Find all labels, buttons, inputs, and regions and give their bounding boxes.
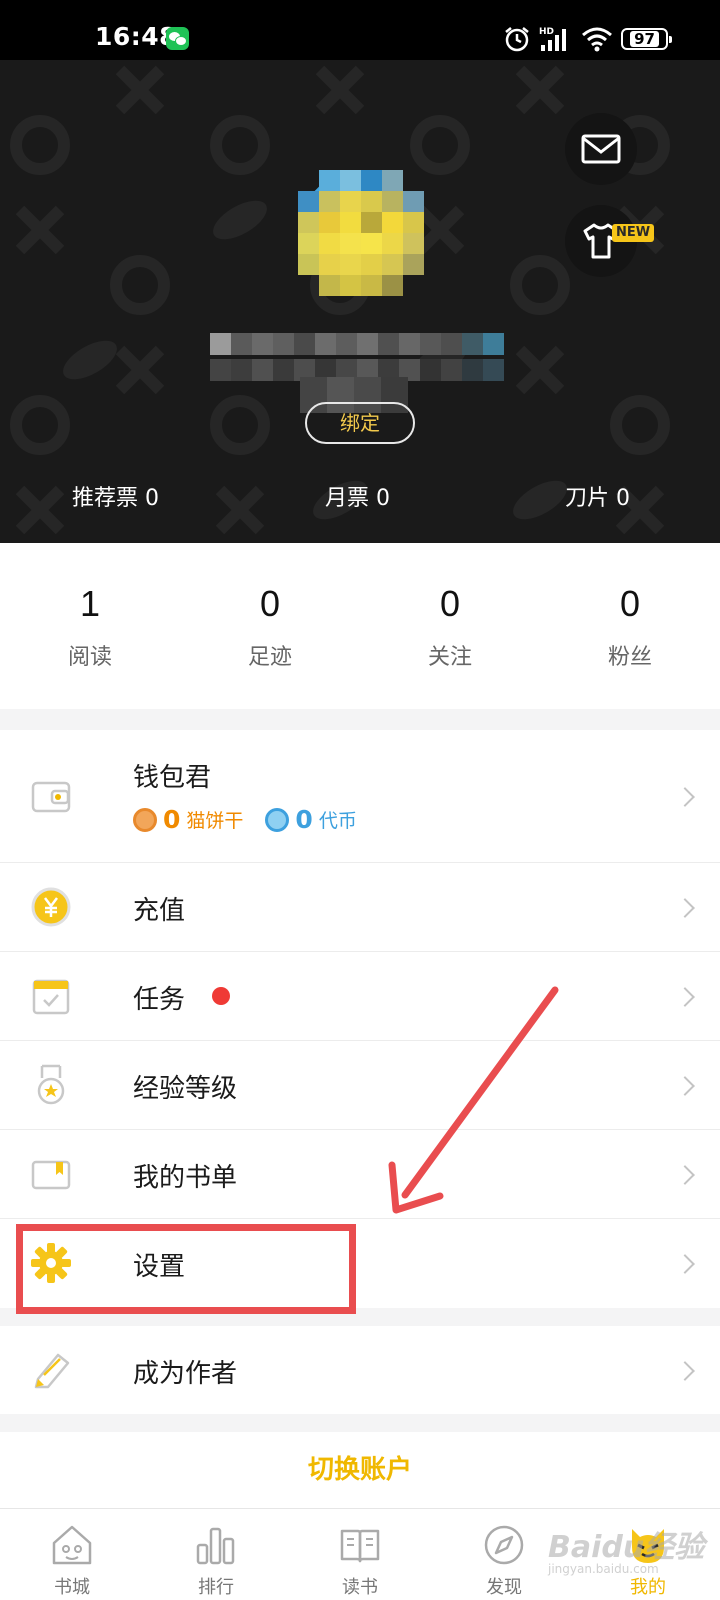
blade-ticket[interactable]: 刀片 0 (565, 480, 630, 512)
stat-fans[interactable]: 0 粉丝 (540, 583, 720, 671)
menu-recharge[interactable]: 充值 (0, 863, 720, 952)
tab-bookstore[interactable]: 书城 (0, 1509, 144, 1600)
chevron-right-icon (675, 1361, 695, 1381)
tab-ranking-label: 排行 (198, 1577, 234, 1598)
stat-following-value: 0 (439, 583, 461, 624)
task-notification-dot (212, 987, 230, 1005)
stat-footprints-label: 足迹 (247, 645, 292, 670)
menu-become-author[interactable]: 成为作者 (0, 1326, 720, 1414)
tab-bookstore-label: 书城 (54, 1577, 90, 1598)
battery-level: 97 (630, 31, 659, 47)
blade-ticket-label: 刀片 (565, 486, 610, 511)
booklist-icon (31, 1160, 71, 1190)
menu-booklist-label: 我的书单 (133, 1163, 238, 1193)
menu-tasks[interactable]: 任务 (0, 952, 720, 1041)
wechat-notification-icon (166, 27, 189, 50)
recommend-ticket-label: 推荐票 (72, 486, 139, 511)
status-time: 16:48 (95, 22, 178, 51)
calendar-check-icon (32, 979, 70, 1015)
wifi-icon (582, 27, 612, 52)
envelope-icon (581, 134, 621, 164)
stat-fans-label: 粉丝 (607, 645, 652, 670)
home-icon (52, 1525, 92, 1565)
menu-recharge-label: 充值 (133, 896, 186, 926)
menu-my-booklist[interactable]: 我的书单 (0, 1130, 720, 1219)
tab-discover-label: 发现 (486, 1577, 522, 1598)
messages-button[interactable] (565, 113, 637, 185)
username-redacted (210, 333, 512, 381)
tab-reading[interactable]: 读书 (288, 1509, 432, 1600)
tab-mine-label: 我的 (630, 1577, 666, 1598)
alarm-icon (505, 27, 529, 52)
menu-level-label: 经验等级 (133, 1074, 238, 1104)
cellular-signal-icon: HD (539, 27, 566, 51)
avatar[interactable] (279, 151, 445, 317)
pen-icon (34, 1353, 70, 1389)
cat-cookie-icon (133, 807, 157, 832)
settings-highlight-box (16, 1224, 356, 1314)
watermark-brand: Baidu经验 (548, 1530, 705, 1565)
menu-wallet-label: 钱包君 (133, 763, 212, 793)
new-badge: NEW (612, 224, 655, 242)
blade-ticket-value: 0 (616, 486, 631, 511)
status-icons: HD 97 (503, 24, 672, 54)
baidu-watermark: Baidu经验 jingyan.baidu.com (548, 1522, 704, 1576)
tab-ranking[interactable]: 排行 (144, 1509, 288, 1600)
menu-tasks-label: 任务 (133, 985, 186, 1015)
monthly-ticket[interactable]: 月票 0 (325, 480, 390, 512)
menu-experience-level[interactable]: 经验等级 (0, 1041, 720, 1130)
cookie-balance: 0 (163, 805, 181, 834)
chevron-right-icon (675, 787, 695, 807)
tab-reading-label: 读书 (342, 1577, 378, 1598)
chevron-right-icon (675, 987, 695, 1007)
stat-following-label: 关注 (427, 645, 472, 670)
yuan-coin-icon (31, 887, 71, 927)
bind-account-button[interactable]: 绑定 (305, 402, 415, 444)
wallet-balances: 0 猫饼干 0 代币 (133, 805, 357, 834)
cookie-label: 猫饼干 (186, 810, 244, 832)
stat-reading-value: 1 (79, 583, 101, 624)
author-section: 成为作者 (0, 1326, 720, 1414)
menu-list: 钱包君 0 猫饼干 0 代币 充值 任务 经验等级 我的书单 设置 (0, 730, 720, 1308)
compass-icon (484, 1525, 524, 1565)
network-hd-label: HD (539, 27, 554, 37)
stat-reading[interactable]: 1 阅读 (0, 583, 180, 671)
stat-following[interactable]: 0 关注 (360, 583, 540, 671)
switch-account-button[interactable]: 切换账户 (0, 1432, 720, 1508)
stat-footprints[interactable]: 0 足迹 (180, 583, 360, 671)
recommend-ticket-value: 0 (145, 486, 160, 511)
token-coin-icon (265, 807, 290, 832)
book-icon (340, 1529, 380, 1563)
activity-stats: 1 阅读 0 足迹 0 关注 0 粉丝 (0, 543, 720, 709)
token-label: 代币 (318, 810, 357, 832)
monthly-ticket-label: 月票 (325, 486, 370, 511)
wallet-icon (31, 781, 71, 813)
stat-fans-value: 0 (619, 583, 641, 624)
stat-reading-label: 阅读 (67, 645, 112, 670)
recommend-ticket[interactable]: 推荐票 0 (72, 480, 159, 512)
status-bar: 16:48 HD 97 (0, 0, 720, 60)
medal-icon (37, 1064, 65, 1105)
stat-footprints-value: 0 (259, 583, 281, 624)
menu-author-label: 成为作者 (133, 1359, 238, 1389)
bar-chart-icon (196, 1527, 235, 1565)
chevron-right-icon (675, 1165, 695, 1185)
token-balance: 0 (295, 805, 313, 834)
profile-header: NEW 绑定 推荐票 0 月票 0 刀片 0 (0, 60, 720, 543)
chevron-right-icon (675, 1254, 695, 1274)
ticket-stats: 推荐票 0 月票 0 刀片 0 (0, 480, 720, 530)
monthly-ticket-value: 0 (376, 486, 391, 511)
chevron-right-icon (675, 898, 695, 918)
battery-icon: 97 (621, 28, 672, 50)
menu-wallet[interactable]: 钱包君 0 猫饼干 0 代币 (0, 730, 720, 863)
chevron-right-icon (675, 1076, 695, 1096)
